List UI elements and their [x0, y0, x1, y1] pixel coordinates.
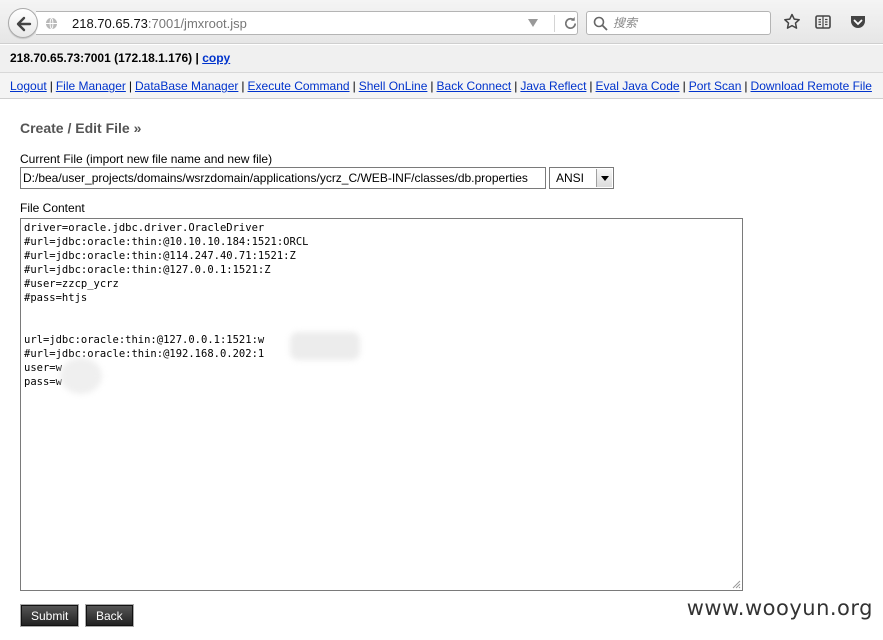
- current-file-input[interactable]: [20, 167, 546, 189]
- menu-separator: |: [128, 79, 132, 93]
- chevron-down-icon[interactable]: [596, 169, 612, 187]
- browser-toolbar: 218.70.65.73:7001/jmxroot.jsp: [0, 0, 883, 44]
- encoding-select[interactable]: ANSI: [549, 167, 614, 189]
- search-bar[interactable]: [586, 11, 771, 35]
- redaction-blur: [290, 332, 360, 360]
- menu-port-scan[interactable]: Port Scan: [689, 79, 742, 93]
- reload-icon[interactable]: [563, 16, 578, 31]
- tool-menu-bar: Logout | File Manager | DataBase Manager | Exe…: [0, 73, 883, 99]
- file-content-textarea[interactable]: driver=oracle.jdbc.driver.OracleDriver #…: [20, 218, 743, 591]
- globe-icon: [45, 17, 58, 30]
- server-ip: (172.18.1.176) |: [110, 51, 203, 65]
- menu-separator: |: [682, 79, 686, 93]
- menu-java-reflect[interactable]: Java Reflect: [520, 79, 586, 93]
- current-file-label: Current File (import new file name and n…: [20, 152, 273, 166]
- back-button[interactable]: Back: [86, 605, 133, 626]
- copy-link[interactable]: copy: [202, 51, 230, 65]
- menu-separator: |: [241, 79, 245, 93]
- url-text[interactable]: 218.70.65.73:7001/jmxroot.jsp: [72, 16, 247, 31]
- redaction-blur: [60, 358, 102, 394]
- menu-separator: |: [514, 79, 518, 93]
- menu-back-connect[interactable]: Back Connect: [437, 79, 512, 93]
- menu-eval-java-code[interactable]: Eval Java Code: [596, 79, 680, 93]
- menu-database-manager[interactable]: DataBase Manager: [135, 79, 238, 93]
- menu-separator: |: [744, 79, 748, 93]
- page-title: Create / Edit File »: [20, 120, 142, 136]
- menu-separator: |: [49, 79, 53, 93]
- url-bar[interactable]: 218.70.65.73:7001/jmxroot.jsp: [36, 11, 578, 35]
- reading-list-icon[interactable]: [814, 13, 832, 31]
- watermark-text: www.wooyun.org: [686, 596, 873, 620]
- url-divider: [554, 15, 555, 32]
- url-host: 218.70.65.73: [72, 16, 148, 31]
- encoding-value: ANSI: [556, 171, 585, 185]
- resize-grip-icon[interactable]: [729, 577, 741, 589]
- menu-logout[interactable]: Logout: [10, 79, 47, 93]
- search-icon: [593, 16, 608, 31]
- file-content-label: File Content: [20, 201, 85, 215]
- back-nav-button[interactable]: [8, 8, 38, 38]
- back-arrow-icon: [16, 16, 32, 32]
- server-host: 218.70.65.73:7001: [10, 51, 111, 65]
- pocket-icon[interactable]: [849, 13, 867, 31]
- menu-separator: |: [352, 79, 356, 93]
- dropdown-arrow-icon[interactable]: [528, 19, 538, 27]
- server-info-bar: 218.70.65.73:7001 (172.18.1.176) | copy: [0, 45, 883, 73]
- menu-separator: |: [430, 79, 434, 93]
- menu-separator: |: [589, 79, 593, 93]
- bookmark-star-icon[interactable]: [783, 13, 801, 31]
- url-path: :7001/jmxroot.jsp: [147, 16, 247, 31]
- search-input[interactable]: [613, 15, 763, 31]
- menu-execute-command[interactable]: Execute Command: [248, 79, 350, 93]
- menu-download-remote-file[interactable]: Download Remote File: [751, 79, 872, 93]
- submit-button[interactable]: Submit: [21, 605, 79, 626]
- menu-shell-online[interactable]: Shell OnLine: [359, 79, 428, 93]
- edit-file-panel: Create / Edit File » Current File (impor…: [0, 100, 883, 640]
- menu-file-manager[interactable]: File Manager: [56, 79, 126, 93]
